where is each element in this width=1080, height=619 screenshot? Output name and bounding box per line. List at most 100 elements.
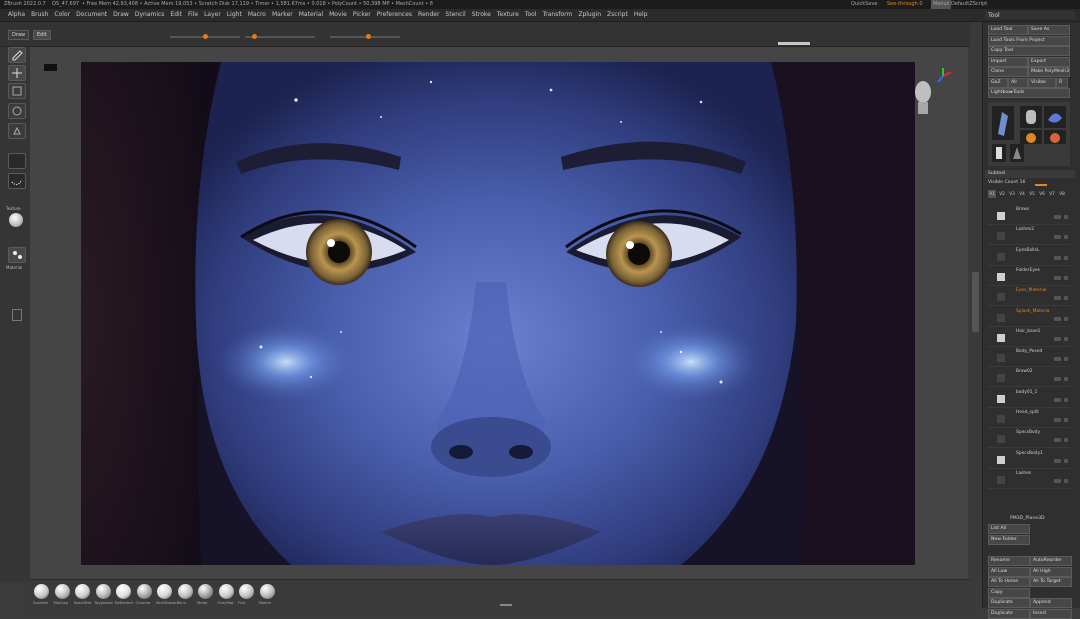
document-viewport[interactable] (81, 62, 915, 565)
visibility-set-v2[interactable]: V2 (998, 190, 1006, 198)
load-tool-button[interactable]: Load Tool (988, 25, 1028, 35)
menu-preferences[interactable]: Preferences (374, 9, 415, 21)
eye-toggle-icon[interactable] (1054, 235, 1061, 240)
menus-button[interactable]: Menus (931, 0, 952, 9)
polypaint-toggle-icon[interactable] (1064, 397, 1068, 402)
polypaint-toggle-icon[interactable] (1064, 215, 1068, 219)
insert-button[interactable]: Insert (1030, 608, 1072, 619)
eye-toggle-icon[interactable] (1054, 478, 1061, 483)
menu-picker[interactable]: Picker (350, 9, 374, 21)
subtool-row[interactable]: Brow02 (988, 368, 1070, 388)
eye-toggle-icon[interactable] (1054, 296, 1061, 301)
snap-icon[interactable] (12, 309, 22, 321)
menu-texture[interactable]: Texture (494, 9, 522, 21)
menu-draw[interactable]: Draw (110, 9, 132, 21)
polypaint-toggle-icon[interactable] (1064, 316, 1068, 321)
material-matcap[interactable] (54, 584, 70, 599)
menu-tool[interactable]: Tool (522, 9, 540, 21)
material-metal[interactable] (198, 584, 213, 599)
visibility-set-v7[interactable]: V7 (1048, 190, 1056, 198)
menu-light[interactable]: Light (224, 9, 245, 21)
tool-thumb-simplebrush[interactable] (992, 106, 1014, 140)
save-as-button[interactable]: Save As (1028, 25, 1070, 35)
eye-toggle-icon[interactable] (1054, 255, 1061, 260)
polypaint-toggle-icon[interactable] (1064, 357, 1068, 362)
material-blinn[interactable] (177, 584, 193, 599)
subtool-row[interactable]: FolderEyes (988, 267, 1070, 286)
tool-thumb-extra[interactable] (1044, 130, 1066, 144)
copy-button[interactable]: Copy (988, 587, 1030, 598)
all-high-button[interactable]: All High (1030, 566, 1072, 577)
visible-count-slider[interactable] (1035, 184, 1047, 186)
menu-edit[interactable]: Edit (167, 9, 185, 21)
texture-slot[interactable] (9, 213, 23, 227)
scroll-thumb[interactable] (972, 272, 979, 332)
polypaint-toggle-icon[interactable] (1064, 296, 1068, 301)
visibility-set-v1[interactable]: V1 (988, 190, 996, 198)
duplicate-button[interactable]: Duplicate (988, 598, 1030, 608)
tool-thumb-white[interactable] (992, 144, 1006, 162)
quicksave-button[interactable]: QuickSave (851, 0, 877, 9)
draw-size-knob[interactable] (366, 34, 371, 39)
all-to-home-button[interactable]: All To Home (988, 577, 1030, 587)
subtool-row[interactable]: body01_1 (988, 389, 1070, 408)
subtool-row[interactable]: Lashes (988, 470, 1070, 489)
menu-zscript[interactable]: Zscript (604, 9, 631, 21)
material-skinshade[interactable] (157, 584, 172, 599)
polypaint-toggle-icon[interactable] (1064, 478, 1068, 483)
subtool-row[interactable]: Splash_Materia (988, 308, 1070, 327)
scroll-indicator[interactable] (778, 42, 810, 45)
edit-mode-button[interactable] (8, 47, 26, 63)
polypaint-toggle-icon[interactable] (1064, 255, 1068, 260)
eye-toggle-icon[interactable] (1054, 438, 1061, 443)
menu-color[interactable]: Color (51, 9, 73, 21)
subtool-row[interactable]: EyesBallsL (988, 247, 1070, 266)
menu-stencil[interactable]: Stencil (442, 9, 468, 21)
menu-transform[interactable]: Transform (539, 9, 575, 21)
subtool-row[interactable]: Body_Posed (988, 348, 1070, 368)
eye-toggle-icon[interactable] (1054, 458, 1061, 463)
subtool-row[interactable]: Head_split (988, 409, 1070, 428)
menu-movie[interactable]: Movie (326, 9, 350, 21)
subtool-header[interactable]: Subtool (985, 170, 1075, 178)
eye-toggle-icon[interactable] (1054, 357, 1061, 362)
edit-button[interactable]: Edit (33, 30, 51, 40)
copy-tool-button[interactable]: Copy Tool (988, 46, 1070, 56)
right-shelf-scroll[interactable] (970, 22, 982, 582)
subtool-row[interactable]: Brows (988, 206, 1070, 225)
polypaint-toggle-icon[interactable] (1064, 458, 1068, 463)
all-low-button[interactable]: All Low (988, 566, 1030, 577)
eye-toggle-icon[interactable] (1054, 336, 1061, 341)
gizmo-button[interactable] (8, 123, 26, 139)
tool-thumb-cylinder[interactable] (1020, 106, 1042, 128)
eye-toggle-icon[interactable] (1054, 275, 1061, 280)
brush-slot[interactable] (8, 153, 26, 169)
load-tools-from-project-button[interactable]: Load Tools From Project (988, 35, 1070, 46)
rotate-mode-button[interactable] (8, 103, 26, 119)
tool-thumb-dark[interactable] (1010, 144, 1024, 162)
polypaint-toggle-icon[interactable] (1064, 235, 1068, 240)
material-flat[interactable] (239, 584, 254, 599)
polypaint-toggle-icon[interactable] (1064, 275, 1068, 280)
visibility-set-v4[interactable]: V4 (1018, 190, 1026, 198)
material-toyplastic[interactable] (95, 584, 111, 599)
material-greymat[interactable] (218, 584, 234, 599)
duplicate-button[interactable]: Duplicate (988, 608, 1030, 619)
rename-button[interactable]: Rename (988, 556, 1030, 566)
make-polymesh3d-button[interactable]: Make PolyMesh3D (1028, 67, 1070, 77)
visibility-set-v6[interactable]: V6 (1038, 190, 1046, 198)
menu-material[interactable]: Material (296, 9, 326, 21)
z-intensity-knob[interactable] (252, 34, 257, 39)
clone-button[interactable]: Clone (988, 67, 1028, 77)
list-all-button[interactable]: List All (988, 524, 1030, 534)
r-button[interactable]: R (1056, 77, 1068, 88)
append-button[interactable]: Append (1030, 598, 1072, 608)
polypaint-toggle-icon[interactable] (1064, 418, 1068, 422)
draw-size-slider[interactable] (330, 36, 400, 38)
eye-toggle-icon[interactable] (1054, 215, 1061, 219)
menu-stroke[interactable]: Stroke (469, 9, 494, 21)
bottom-scroll-handle[interactable] (500, 604, 512, 606)
eye-toggle-icon[interactable] (1054, 316, 1061, 321)
orientation-gizmo[interactable] (905, 62, 960, 122)
scale-mode-button[interactable] (8, 83, 26, 99)
